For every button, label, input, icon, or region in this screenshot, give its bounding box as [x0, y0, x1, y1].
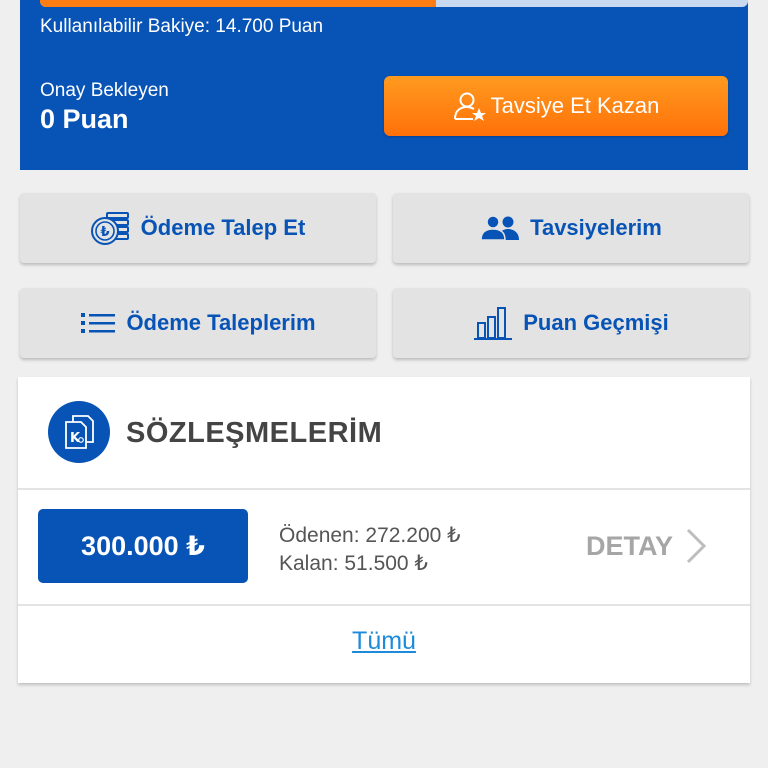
my-payment-requests-label: Ödeme Taleplerim — [126, 310, 316, 335]
available-balance-text: Kullanılabilir Bakiye: 14.700 Puan — [40, 16, 324, 37]
pending-label: Onay Bekleyen — [40, 80, 169, 101]
balance-progress-fill — [40, 0, 437, 7]
view-all-contracts-link[interactable]: Tümü — [18, 627, 750, 656]
svg-text:₺: ₺ — [100, 225, 109, 240]
coin-stack-icon: ₺ — [90, 212, 129, 245]
contracts-header: K SÖZLEŞMELERİM — [18, 377, 750, 490]
user-star-icon — [453, 92, 486, 121]
wallet-summary-panel: Kullanılabilir Bakiye: 14.700 Puan Onay … — [20, 0, 748, 170]
points-history-label: Puan Geçmişi — [523, 310, 669, 335]
my-referrals-label: Tavsiyelerim — [530, 215, 662, 240]
remaining-amount-text: Kalan: 51.500 ₺ — [279, 552, 428, 575]
list-icon — [81, 313, 116, 333]
refer-and-earn-button[interactable]: Tavsiye Et Kazan — [384, 76, 728, 136]
people-icon — [480, 215, 520, 241]
balance-progress-bar — [40, 0, 748, 7]
contract-document-icon: K — [48, 401, 110, 463]
points-history-button[interactable]: Puan Geçmişi — [393, 288, 749, 358]
contracts-title: SÖZLEŞMELERİM — [126, 417, 383, 449]
bar-chart-icon — [474, 307, 513, 340]
paid-amount-text: Ödenen: 272.200 ₺ — [279, 524, 461, 547]
pending-value: 0 Puan — [40, 104, 129, 134]
chevron-right-icon — [686, 528, 707, 564]
my-referrals-button[interactable]: Tavsiyelerim — [393, 193, 749, 263]
contract-row[interactable]: 300.000 ₺ Ödenen: 272.200 ₺ Kalan: 51.50… — [18, 489, 750, 606]
contracts-card: K SÖZLEŞMELERİM 300.000 ₺ Ödenen: 272.20… — [18, 377, 750, 683]
contract-detail-button[interactable]: DETAY — [586, 527, 707, 565]
request-payment-label: Ödeme Talep Et — [140, 215, 306, 240]
refer-button-label: Tavsiye Et Kazan — [490, 93, 660, 118]
contract-amount-badge: 300.000 ₺ — [38, 509, 248, 583]
detail-label: DETAY — [586, 530, 674, 561]
request-payment-button[interactable]: ₺ Ödeme Talep Et — [20, 193, 376, 263]
my-payment-requests-button[interactable]: Ödeme Taleplerim — [20, 288, 376, 358]
